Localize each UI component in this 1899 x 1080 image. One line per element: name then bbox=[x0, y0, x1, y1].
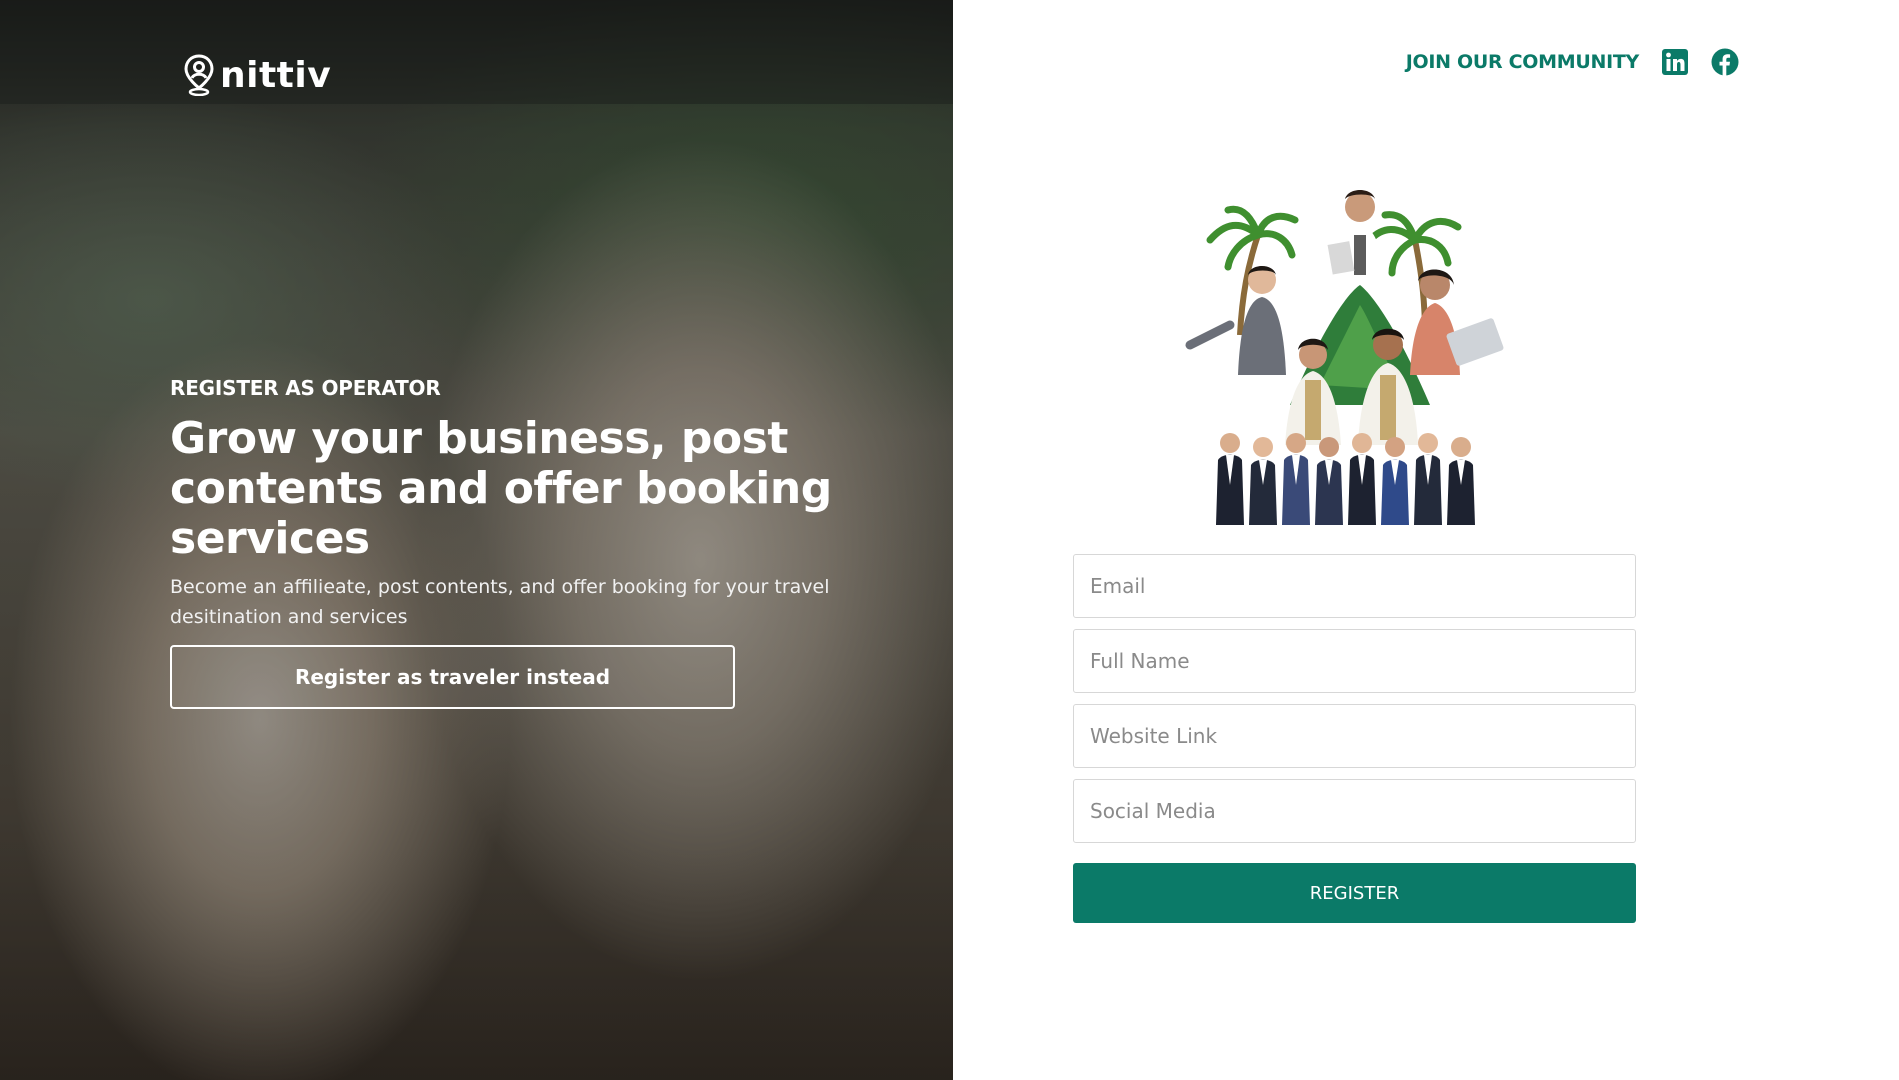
register-as-traveler-button[interactable]: Register as traveler instead bbox=[170, 645, 735, 709]
person-right bbox=[1410, 269, 1504, 375]
register-button[interactable]: REGISTER bbox=[1073, 863, 1636, 923]
social-media-field[interactable] bbox=[1073, 779, 1636, 843]
brand-name: nittiv bbox=[220, 54, 332, 96]
linkedin-icon[interactable] bbox=[1661, 48, 1689, 76]
brand-logo[interactable]: nittiv bbox=[184, 54, 331, 96]
facebook-icon[interactable] bbox=[1711, 48, 1739, 76]
hero-content: REGISTER AS OPERATOR Grow your business,… bbox=[170, 376, 890, 632]
staff-row bbox=[1216, 433, 1475, 525]
location-pin-person-icon bbox=[184, 54, 214, 96]
team-collage-illustration bbox=[1185, 190, 1504, 525]
full-name-field[interactable] bbox=[1073, 629, 1636, 693]
join-community-link[interactable]: JOIN OUR COMMUNITY bbox=[1406, 51, 1640, 73]
hero-headline: Grow your business, post contents and of… bbox=[170, 413, 832, 564]
email-field[interactable] bbox=[1073, 554, 1636, 618]
hero-subtext: Become an affilieate, post contents, and… bbox=[170, 576, 830, 628]
top-nav: JOIN OUR COMMUNITY bbox=[1406, 48, 1739, 76]
website-link-field[interactable] bbox=[1073, 704, 1636, 768]
hero-eyebrow: REGISTER AS OPERATOR bbox=[170, 376, 441, 400]
hero-panel: nittiv REGISTER AS OPERATOR Grow your bu… bbox=[0, 0, 953, 1080]
operator-register-form: REGISTER bbox=[1073, 554, 1636, 923]
hero-topbar bbox=[0, 0, 953, 104]
